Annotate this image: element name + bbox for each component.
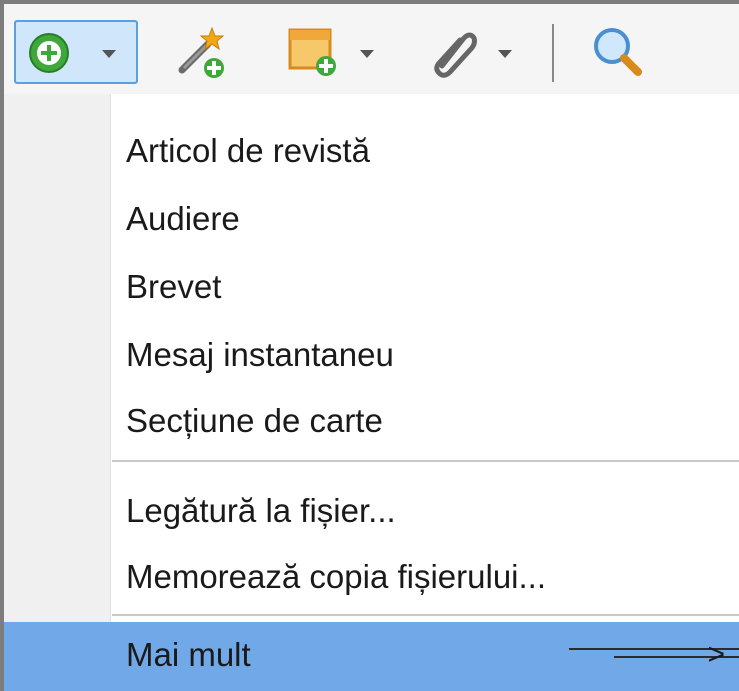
menu-item-sectiune-de-carte[interactable]: Secțiune de carte [4,390,739,456]
magic-wand-plus-icon [172,24,228,85]
menu-item-label: Memorează copia fișierului... [126,558,547,595]
search-button[interactable] [590,20,646,84]
chevron-right-icon: > [707,638,725,671]
menu-item-label: Brevet [126,268,222,305]
chevron-down-icon[interactable] [102,50,116,58]
toolbar-separator [552,24,554,82]
toolbar [4,4,739,94]
new-item-button[interactable] [14,20,138,84]
menu-item-label: Legătură la fișier... [126,492,396,529]
menu-item-audiere[interactable]: Audiere [4,188,739,254]
paperclip-icon [430,26,478,83]
menu-separator [112,460,739,462]
chevron-down-icon[interactable] [498,50,512,58]
menu-item-link-to-file[interactable]: Legătură la fișier... [4,480,739,546]
add-by-identifier-button[interactable] [172,20,228,84]
magnifier-icon [590,24,646,85]
menu-item-label: Mai mult [126,636,251,673]
menu-item-label: Secțiune de carte [126,402,383,439]
menu-separator [112,614,739,616]
chevron-down-icon[interactable] [360,50,374,58]
menu-item-label: Audiere [126,200,240,237]
add-attachment-button[interactable] [430,20,530,84]
new-item-dropdown-menu: Articol de revistă Audiere Brevet Mesaj … [4,94,739,691]
menu-item-label: Articol de revistă [126,132,370,169]
note-plus-icon [286,26,342,85]
menu-item-brevet[interactable]: Brevet [4,256,739,322]
new-note-button[interactable] [286,20,396,84]
menu-item-more[interactable]: Mai mult > [4,622,739,691]
menu-item-mesaj-instantaneu[interactable]: Mesaj instantaneu [4,324,739,390]
menu-item-articol-de-revista[interactable]: Articol de revistă [4,120,739,186]
green-plus-circle-icon [28,32,70,79]
menu-item-store-file-copy[interactable]: Memorează copia fișierului... [4,546,739,612]
menu-item-label: Mesaj instantaneu [126,336,394,373]
